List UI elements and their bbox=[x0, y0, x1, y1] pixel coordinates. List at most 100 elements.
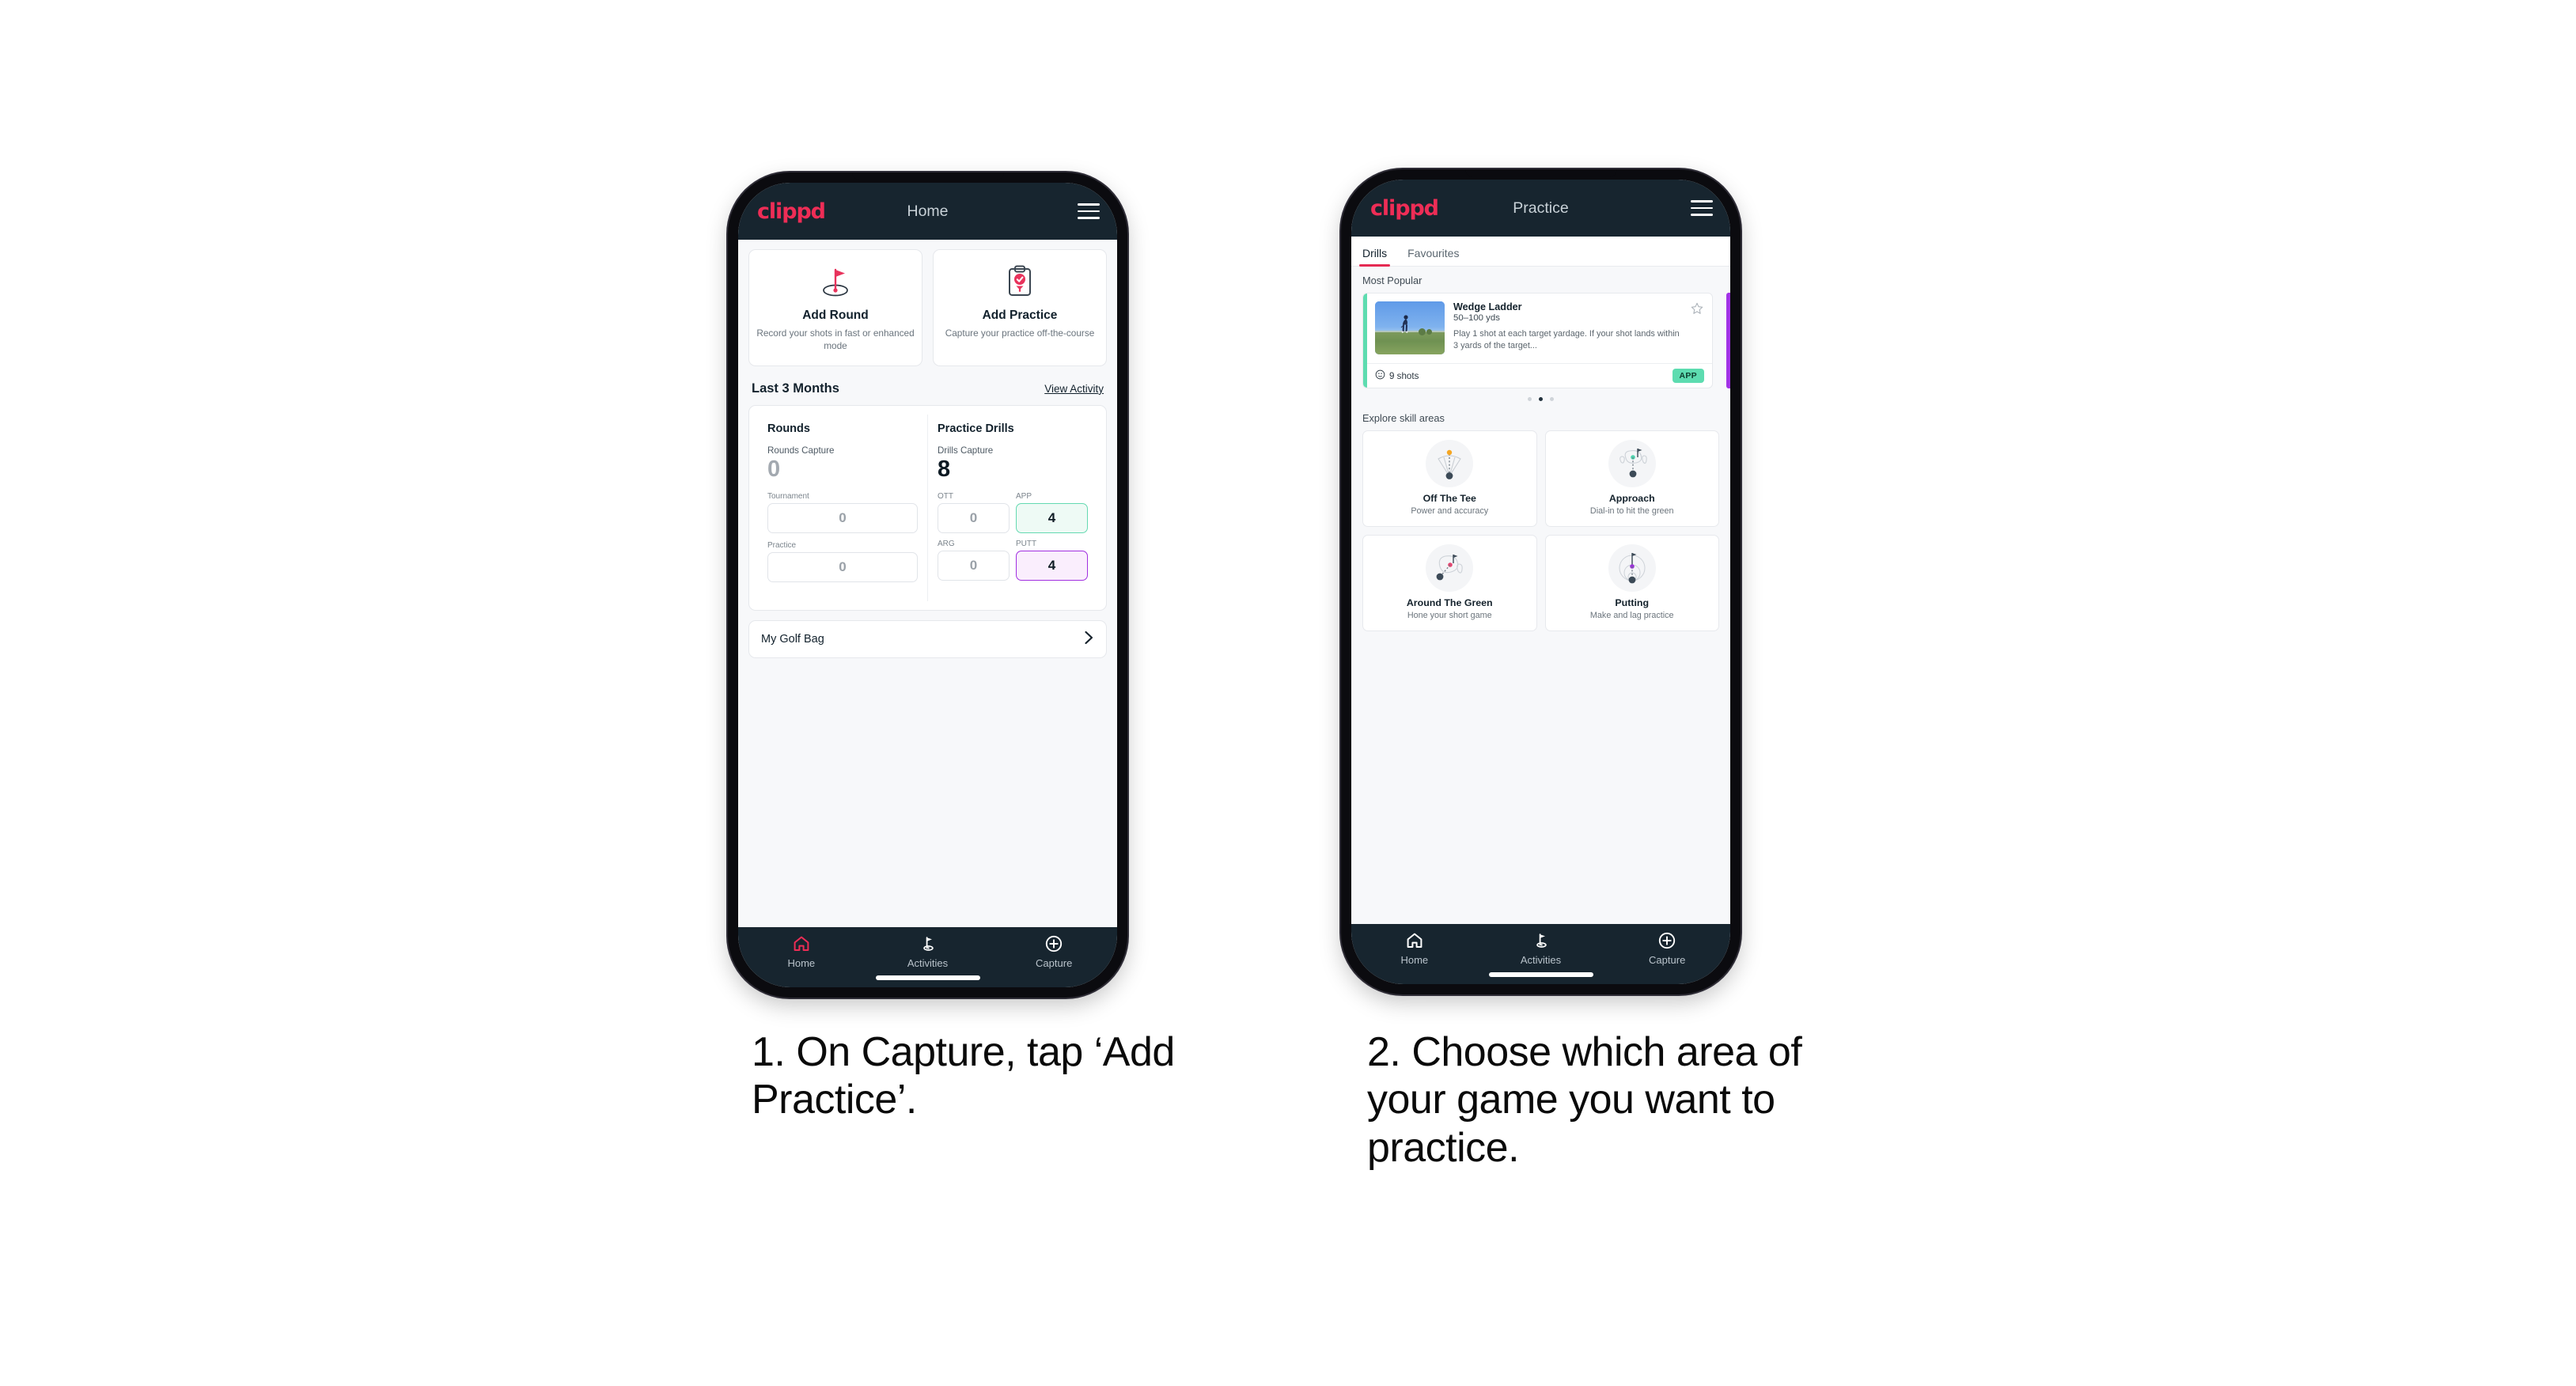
skill-subtitle: Dial-in to hit the green bbox=[1589, 506, 1674, 516]
drill-carousel[interactable]: Wedge Ladder 50–100 yds Play 1 shot at e… bbox=[1351, 293, 1730, 388]
add-round-subtitle: Record your shots in fast or enhanced mo… bbox=[756, 328, 915, 351]
nav-label-home: Home bbox=[1400, 954, 1429, 966]
phone-frame-home: clippd Home Add Round Record your shots … bbox=[728, 172, 1127, 998]
tab-drills[interactable]: Drills bbox=[1358, 247, 1391, 267]
stats-card: Rounds Rounds Capture 0 Tournament 0 Pra… bbox=[748, 404, 1107, 612]
add-practice-title: Add Practice bbox=[982, 309, 1058, 322]
my-golf-bag-label: My Golf Bag bbox=[761, 633, 824, 646]
nav-label-activities: Activities bbox=[907, 957, 949, 969]
nav-item-activities[interactable]: Activities bbox=[865, 934, 991, 969]
nav-item-capture[interactable]: Capture bbox=[991, 934, 1117, 969]
skill-card-off-the-tee[interactable]: Off The Tee Power and accuracy bbox=[1362, 430, 1537, 527]
practice-drills-column: Practice Drills Drills Capture 8 OTT 0 A… bbox=[927, 414, 1097, 602]
phone-notch bbox=[851, 172, 1004, 180]
drills-capture-value: 8 bbox=[938, 456, 951, 482]
nav-item-home[interactable]: Home bbox=[738, 934, 865, 969]
nav-item-home[interactable]: Home bbox=[1351, 931, 1478, 966]
practice-value[interactable]: 0 bbox=[767, 552, 918, 583]
add-practice-card[interactable]: Add Practice Capture your practice off-t… bbox=[933, 249, 1107, 366]
skill-card-putting[interactable]: Putting Make and lag practice bbox=[1544, 535, 1719, 631]
skill-card-approach[interactable]: Approach Dial-in to hit the green bbox=[1544, 430, 1719, 527]
chip-green-icon bbox=[1426, 544, 1474, 592]
tab-favourites[interactable]: Favourites bbox=[1407, 247, 1459, 266]
quick-actions: Add Round Record your shots in fast or e… bbox=[748, 249, 1107, 366]
plus-circle-icon bbox=[1044, 934, 1063, 953]
drills-heading: Practice Drills bbox=[938, 422, 1014, 435]
next-card-accent[interactable] bbox=[1726, 293, 1730, 388]
home-indicator bbox=[875, 975, 980, 980]
skill-title: Putting bbox=[1615, 597, 1650, 608]
putt-value[interactable]: 4 bbox=[1016, 551, 1088, 581]
putt-field-group: PUTT 4 bbox=[1016, 540, 1088, 581]
chevron-right-icon bbox=[1084, 631, 1094, 649]
ott-value[interactable]: 0 bbox=[938, 503, 1010, 534]
carousel-dot[interactable] bbox=[1550, 397, 1554, 401]
practice-screen: Drills Favourites Most Popular Wedge Lad… bbox=[1351, 237, 1730, 924]
clippd-logo[interactable]: clippd bbox=[757, 199, 826, 224]
tournament-field-group: Tournament 0 bbox=[767, 492, 918, 534]
approach-green-icon bbox=[1608, 440, 1656, 487]
phone-notch bbox=[1464, 169, 1617, 176]
skill-subtitle: Hone your short game bbox=[1407, 611, 1492, 620]
arg-field-group: ARG 0 bbox=[938, 540, 1010, 581]
arg-label: ARG bbox=[938, 540, 955, 549]
section-header: Last 3 Months View Activity bbox=[748, 366, 1107, 405]
add-round-title: Add Round bbox=[802, 309, 869, 322]
carousel-dots[interactable] bbox=[1351, 388, 1730, 404]
rounds-capture-value: 0 bbox=[767, 456, 781, 482]
skill-title: Around The Green bbox=[1406, 597, 1493, 608]
tournament-value[interactable]: 0 bbox=[767, 503, 918, 534]
my-golf-bag-row[interactable]: My Golf Bag bbox=[748, 620, 1107, 659]
golf-flag-icon bbox=[756, 262, 915, 301]
skill-title: Approach bbox=[1608, 493, 1655, 504]
skill-areas-grid: Off The Tee Power and accuracy Approach … bbox=[1351, 430, 1730, 631]
ott-label: OTT bbox=[938, 492, 953, 502]
app-header-practice: clippd Practice bbox=[1351, 180, 1730, 237]
drill-thumbnail bbox=[1375, 301, 1445, 354]
nav-label-capture: Capture bbox=[1649, 954, 1686, 966]
carousel-dot[interactable] bbox=[1528, 397, 1532, 401]
most-popular-label: Most Popular bbox=[1362, 275, 1422, 286]
clippd-logo[interactable]: clippd bbox=[1370, 196, 1439, 221]
explore-skill-areas-label: Explore skill areas bbox=[1362, 412, 1445, 424]
add-practice-subtitle: Capture your practice off-the-course bbox=[945, 328, 1095, 339]
hamburger-icon[interactable] bbox=[1691, 200, 1713, 216]
add-round-card[interactable]: Add Round Record your shots in fast or e… bbox=[748, 249, 922, 366]
practice-field-group: Practice 0 bbox=[767, 541, 918, 583]
skill-card-around-the-green[interactable]: Around The Green Hone your short game bbox=[1362, 535, 1537, 631]
drill-yardage: 50–100 yds bbox=[1453, 313, 1500, 323]
putt-label: PUTT bbox=[1016, 540, 1037, 549]
poster-canvas: clippd Home Add Round Record your shots … bbox=[0, 0, 2576, 1386]
bottom-nav-practice: Home Activities Capture bbox=[1351, 924, 1730, 984]
drill-card-wedge-ladder[interactable]: Wedge Ladder 50–100 yds Play 1 shot at e… bbox=[1362, 293, 1713, 388]
nav-item-capture[interactable]: Capture bbox=[1604, 931, 1730, 966]
nav-item-activities[interactable]: Activities bbox=[1478, 931, 1604, 966]
nav-label-activities: Activities bbox=[1520, 954, 1562, 966]
drills-capture-label: Drills Capture bbox=[938, 445, 994, 456]
section-title: Last 3 Months bbox=[752, 381, 839, 396]
hamburger-icon[interactable] bbox=[1078, 203, 1100, 219]
drill-fields-grid: OTT 0 APP 4 ARG 0 PUTT 4 bbox=[938, 492, 1088, 581]
drill-category-badge: APP bbox=[1672, 369, 1704, 383]
nav-label-capture: Capture bbox=[1036, 957, 1073, 969]
drill-name: Wedge Ladder bbox=[1453, 301, 1522, 312]
rounds-heading: Rounds bbox=[767, 422, 810, 435]
drill-description: Play 1 shot at each target yardage. If y… bbox=[1453, 329, 1680, 351]
home-icon bbox=[1405, 931, 1424, 950]
home-icon bbox=[792, 934, 811, 953]
star-outline-icon[interactable] bbox=[1691, 302, 1703, 354]
tee-shot-dispersion-icon bbox=[1426, 440, 1474, 487]
app-field-group: APP 4 bbox=[1016, 492, 1088, 534]
view-activity-link[interactable]: View Activity bbox=[1044, 383, 1104, 395]
caption-step-2: 2. Choose which area of your game you wa… bbox=[1367, 1029, 1802, 1171]
drill-shots: 9 shots bbox=[1375, 369, 1419, 382]
ott-field-group: OTT 0 bbox=[938, 492, 1010, 534]
tournament-label: Tournament bbox=[767, 492, 809, 502]
skill-subtitle: Make and lag practice bbox=[1589, 611, 1674, 620]
app-header-home: clippd Home bbox=[738, 183, 1117, 240]
nav-label-home: Home bbox=[787, 957, 816, 969]
carousel-dot-active[interactable] bbox=[1539, 397, 1543, 401]
arg-value[interactable]: 0 bbox=[938, 551, 1010, 581]
plus-circle-icon bbox=[1657, 931, 1676, 950]
app-value[interactable]: 4 bbox=[1016, 503, 1088, 534]
